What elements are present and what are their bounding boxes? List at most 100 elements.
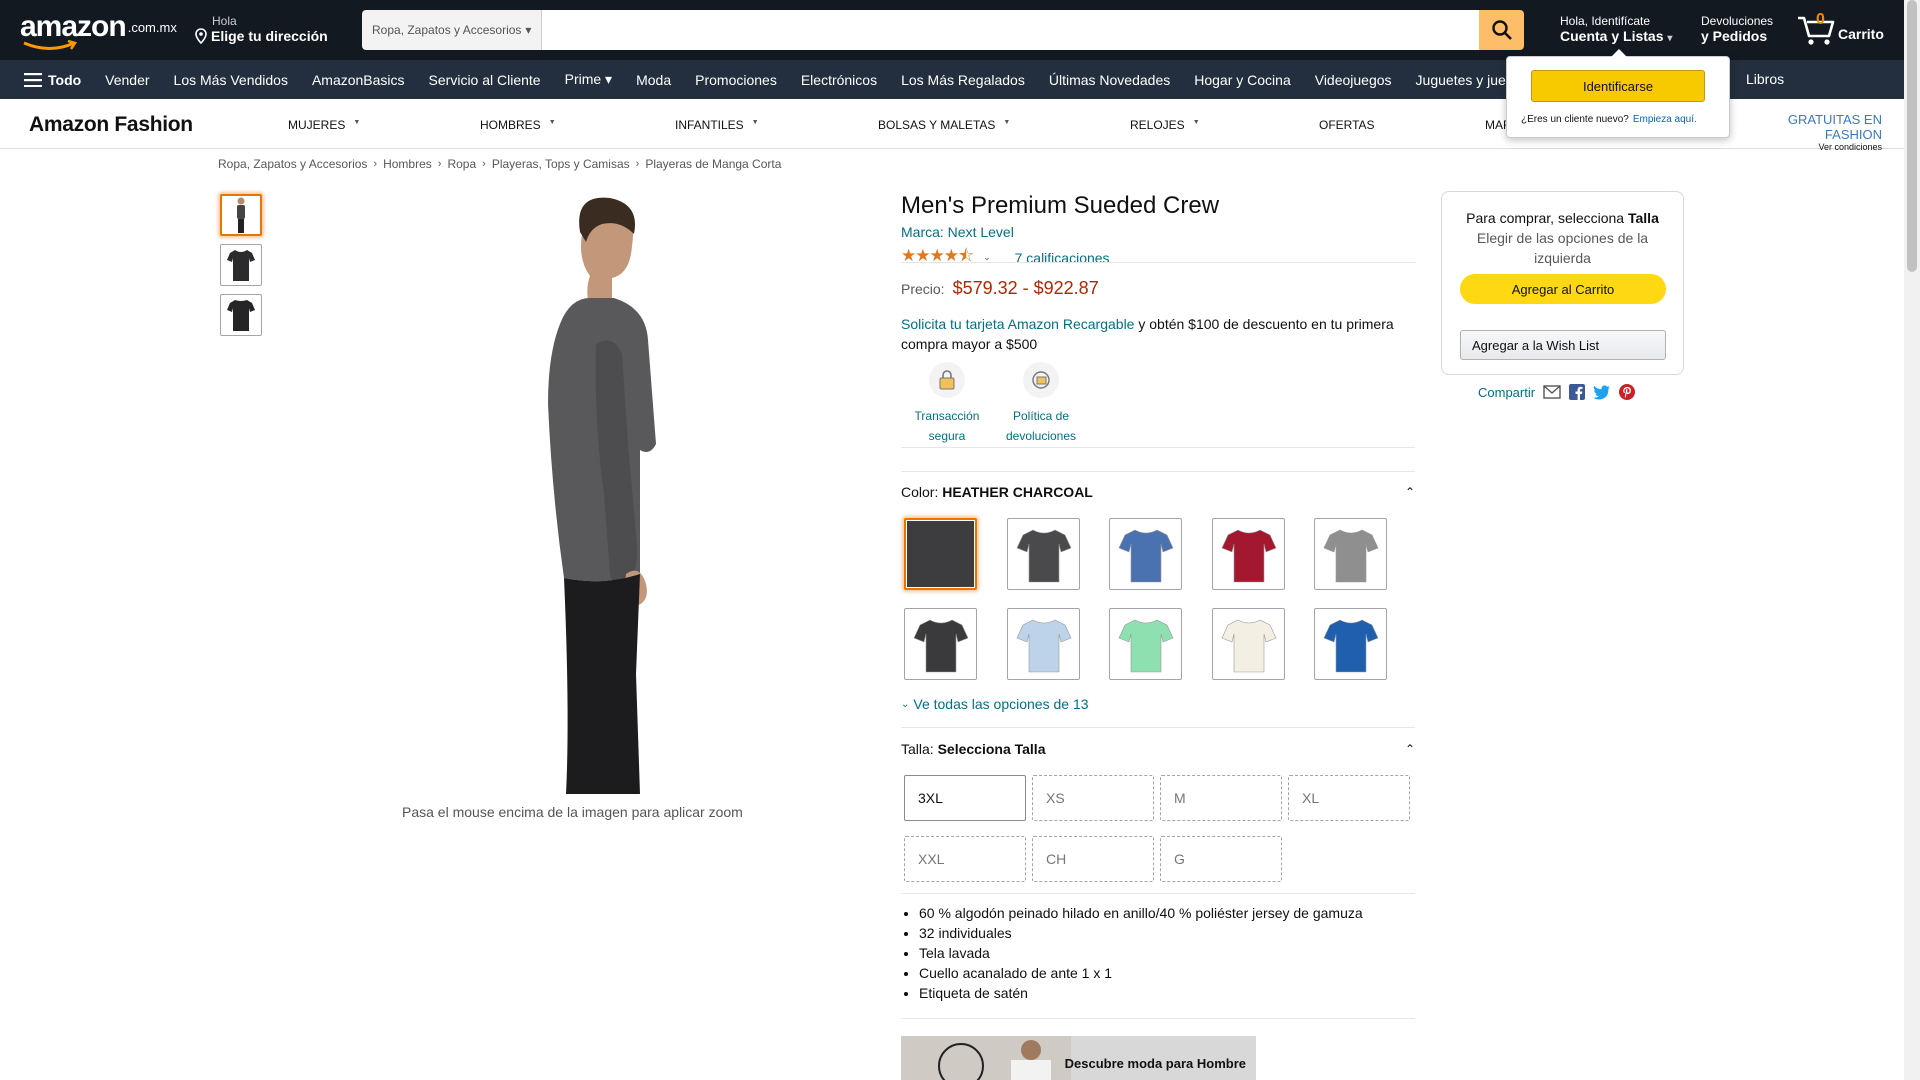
fashion-menu-label: RELOJES — [1130, 118, 1185, 132]
email-icon[interactable] — [1543, 385, 1561, 399]
tshirt-swatch-image — [1221, 529, 1276, 583]
nav-item-prime[interactable]: Prime ▾ — [565, 71, 612, 88]
account-lists-menu[interactable]: Hola, Identifícate Cuenta y Listas ▾ — [1560, 14, 1672, 47]
fashion-menu-relojes[interactable]: RELOJES ▼ — [1130, 118, 1200, 132]
search-button[interactable] — [1479, 10, 1524, 50]
nav-item-home-kitchen[interactable]: Hogar y Cocina — [1194, 72, 1291, 88]
search-category-label: Ropa, Zapatos y Accesorios — [372, 23, 522, 37]
all-menu-button[interactable]: Todo — [24, 72, 81, 88]
facebook-icon[interactable] — [1569, 384, 1586, 400]
see-all-options-link[interactable]: ⌄ Ve todas las opciones de 13 — [901, 696, 1089, 712]
return-policy-badge[interactable]: Política de devoluciones — [996, 362, 1086, 446]
color-swatch[interactable] — [1007, 608, 1080, 680]
color-swatch[interactable] — [1212, 608, 1285, 680]
page-scrollbar[interactable] — [1904, 0, 1920, 1080]
returns-orders-link[interactable]: Devoluciones y Pedidos — [1701, 14, 1773, 44]
chevron-up-icon[interactable]: ⌃ — [1405, 485, 1415, 499]
search-input[interactable] — [542, 10, 1479, 50]
signin-button[interactable]: Identificarse — [1531, 70, 1705, 102]
search-category-dropdown[interactable]: Ropa, Zapatos y Accesorios ▾ — [362, 10, 542, 50]
share-label[interactable]: Compartir — [1478, 385, 1535, 400]
color-swatch[interactable] — [904, 608, 977, 680]
color-swatch[interactable] — [904, 518, 977, 590]
ratings-count-link[interactable]: 7 calificaciones — [1015, 250, 1110, 266]
caret-down-icon: ▾ — [525, 23, 532, 37]
nav-item-customer-service[interactable]: Servicio al Cliente — [429, 72, 541, 88]
color-swatch[interactable] — [1007, 518, 1080, 590]
add-to-cart-button[interactable]: Agregar al Carrito — [1460, 274, 1666, 304]
twitter-icon[interactable] — [1593, 385, 1611, 400]
price-value: $579.32 - $922.87 — [952, 278, 1099, 298]
chevron-right-icon: › — [482, 158, 486, 170]
color-swatch[interactable] — [1109, 518, 1182, 590]
nav-item-promociones[interactable]: Promociones — [695, 72, 777, 88]
card-offer-link[interactable]: Solicita tu tarjeta Amazon Recargable — [901, 316, 1134, 332]
caret-down-icon: ▼ — [1003, 118, 1011, 126]
size-button-xs[interactable]: XS — [1032, 775, 1154, 821]
image-thumbnails — [220, 194, 262, 344]
lock-icon — [929, 362, 965, 398]
breadcrumb-item[interactable]: Playeras, Tops y Camisas — [492, 157, 630, 171]
nav-item-most-gifted[interactable]: Los Más Regalados — [901, 72, 1025, 88]
thumbnail-1[interactable] — [220, 194, 262, 236]
size-button-m[interactable]: M — [1160, 775, 1282, 821]
size-button-xxl[interactable]: XXL — [904, 836, 1026, 882]
tshirt-swatch-image — [1016, 619, 1071, 673]
chevron-down-icon: ⌄ — [901, 698, 910, 710]
scrollbar-thumb[interactable] — [1907, 0, 1917, 272]
returns-label-big: y Pedidos — [1701, 28, 1768, 44]
star-rating[interactable]: ★★★★⯪ — [901, 243, 974, 272]
brand-link[interactable]: Marca: Next Level — [901, 224, 1014, 240]
nav-item-electronicos[interactable]: Electrónicos — [801, 72, 877, 88]
product-main-image[interactable] — [490, 194, 670, 794]
chevron-right-icon: › — [437, 158, 442, 170]
breadcrumb-item[interactable]: Hombres — [383, 157, 432, 171]
fashion-promo-banner[interactable]: GRATUITAS EN FASHION Ver condiciones — [1734, 112, 1882, 152]
size-selector-header[interactable]: Talla: Selecciona Talla ⌃ — [901, 741, 1415, 757]
fashion-menu-mujeres[interactable]: MUJERES ▼ — [288, 118, 360, 132]
color-swatch[interactable] — [1314, 608, 1387, 680]
chevron-up-icon[interactable]: ⌃ — [1405, 742, 1415, 756]
feature-bullet: Cuello acanalado de ante 1 x 1 — [919, 963, 1363, 983]
promo-conditions: Ver condiciones — [1818, 142, 1882, 152]
color-swatch[interactable] — [1212, 518, 1285, 590]
nav-item-best-sellers[interactable]: Los Más Vendidos — [174, 72, 288, 88]
nav-item-libros[interactable]: Libros — [1746, 71, 1784, 87]
nav-item-moda[interactable]: Moda — [636, 72, 671, 88]
color-selector-header[interactable]: Color: HEATHER CHARCOAL ⌃ — [901, 484, 1415, 500]
nav-item-new-releases[interactable]: Últimas Novedades — [1049, 72, 1170, 88]
size-button-g[interactable]: G — [1160, 836, 1282, 882]
thumbnail-3[interactable] — [220, 294, 262, 336]
breadcrumb-item[interactable]: Ropa, Zapatos y Accesorios — [218, 157, 367, 171]
pinterest-icon[interactable] — [1619, 384, 1636, 400]
add-to-wishlist-button[interactable]: Agregar a la Wish List — [1460, 330, 1666, 360]
start-here-link[interactable]: Empieza aquí. — [1633, 114, 1697, 125]
size-button-xl[interactable]: XL — [1288, 775, 1410, 821]
nav-item-amazonbasics[interactable]: AmazonBasics — [312, 72, 405, 88]
fashion-menu-bolsas[interactable]: BOLSAS Y MALETAS ▼ — [878, 118, 1010, 132]
nav-item-videogames[interactable]: Videojuegos — [1315, 72, 1392, 88]
caret-down-icon: ▼ — [751, 118, 759, 126]
secure-transaction-badge[interactable]: Transacción segura — [902, 362, 992, 446]
amazon-logo[interactable]: amazon .com.mx — [20, 10, 177, 50]
fashion-menu-infantiles[interactable]: INFANTILES ▼ — [675, 118, 759, 132]
nav-item-vender[interactable]: Vender — [105, 72, 149, 88]
color-swatch[interactable] — [1109, 608, 1182, 680]
fashion-menu-ofertas[interactable]: OFERTAS — [1319, 118, 1375, 132]
mens-fashion-banner[interactable]: Descubre moda para Hombre — [901, 1036, 1256, 1080]
divider — [901, 1018, 1415, 1019]
amazon-fashion-logo[interactable]: Amazon Fashion — [29, 113, 193, 137]
color-swatch[interactable] — [1314, 518, 1387, 590]
return-policy-label: Política de devoluciones — [1005, 409, 1077, 443]
breadcrumb-item[interactable]: Ropa — [447, 157, 476, 171]
buy-box: Para comprar, selecciona Talla Elegir de… — [1441, 191, 1684, 375]
logo-wordmark: amazon — [20, 10, 127, 43]
delivery-address[interactable]: Hola Elige tu dirección — [194, 14, 328, 44]
fashion-menu-hombres[interactable]: HOMBRES ▼ — [480, 118, 556, 132]
thumbnail-2[interactable] — [220, 244, 262, 286]
color-label-row: Color: HEATHER CHARCOAL — [901, 484, 1093, 500]
cart-link[interactable]: 0 Carrito — [1796, 11, 1884, 46]
size-button-3xl[interactable]: 3XL — [904, 775, 1026, 821]
breadcrumb-item[interactable]: Playeras de Manga Corta — [645, 157, 781, 171]
size-button-ch[interactable]: CH — [1032, 836, 1154, 882]
